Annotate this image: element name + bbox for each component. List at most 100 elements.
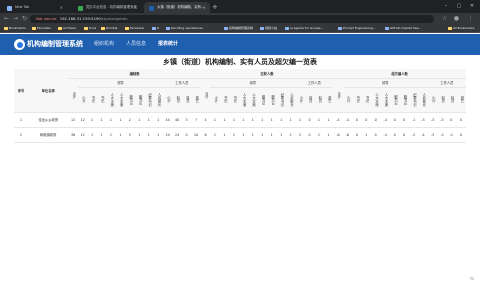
cell-establishment: 1 (106, 112, 116, 128)
bookmark-item[interactable]: 视频小站 (260, 24, 277, 33)
browser-menu-icon[interactable]: ⋮ (466, 13, 475, 24)
header-leader-col: 纪委书记 (408, 87, 419, 113)
close-window-icon[interactable]: ✕ (466, 0, 478, 13)
cell-establishment: 1 (96, 112, 107, 128)
header-staff-col: 科员 (446, 87, 457, 113)
menu-reports[interactable]: 报表统计 (158, 34, 178, 55)
cell-overunder: -1 (446, 127, 457, 143)
cell-overunder: -4 (342, 112, 353, 128)
close-tab-icon[interactable]: ✕ (203, 2, 206, 13)
bookmark-item[interactable]: ai agents for Google... (285, 24, 323, 33)
bookmark-item[interactable]: 机构编制管理系统 (224, 24, 253, 33)
site-favicon-icon (149, 5, 154, 11)
cell-onduty: 1 (266, 127, 277, 143)
bookmark-folder[interactable]: Favorites (32, 24, 51, 33)
table-row: 2 和睦镇政府 36 12 1 1 1 1 5 1 1 1 24 24 0 10… (14, 127, 466, 143)
header-staff-col: 科员 (314, 87, 324, 113)
bookmark-item[interactable]: Z (152, 24, 159, 33)
reload-icon[interactable]: ↻ (20, 13, 29, 24)
minimize-icon[interactable]: – (440, 0, 452, 13)
profile-icon[interactable]: ● (452, 13, 461, 24)
cell-onduty: 1 (257, 112, 267, 128)
cell-onduty: 1 (323, 112, 334, 128)
cell-overunder: 0 (456, 127, 466, 143)
cell-establishment: 12 (77, 127, 88, 143)
browser-tab-new-tab[interactable]: New Tab ✕ (2, 2, 67, 13)
bookmarks-bar: Bookmarks Favorites Archives tools Zombi… (0, 24, 480, 33)
bookmark-item[interactable]: GitHub Copilot Sea... (385, 24, 421, 33)
header-staff-col: 其它 (456, 87, 466, 113)
close-tab-icon[interactable]: ✕ (60, 2, 63, 13)
bookmark-folder[interactable]: Archives (58, 24, 76, 33)
cell-overunder: -4 (418, 127, 428, 143)
cell-establishment: 44 (162, 112, 173, 128)
close-tab-icon[interactable]: ✕ (134, 2, 137, 13)
row-seq: 2 (14, 127, 29, 143)
cell-establishment: 1 (144, 112, 154, 128)
cell-onduty: 1 (210, 112, 220, 128)
header-staff-col: 科员 (437, 87, 447, 113)
header-unit: 单位名称 (28, 69, 69, 113)
star-icon[interactable]: ☆ (440, 13, 449, 24)
cell-establishment: 3 (181, 112, 192, 128)
header-leader-col: 人大主席 (380, 87, 390, 113)
cell-establishment: 12 (68, 112, 78, 128)
back-icon[interactable]: ← (2, 13, 11, 24)
cell-overunder: 0 (399, 127, 409, 143)
cell-establishment: 5 (125, 127, 135, 143)
address-bar[interactable]: Not secure 192.168.31.193:5190/tjs/xiang… (30, 14, 434, 23)
bookmark-item[interactable]: Deciding repositories (166, 24, 203, 33)
bookmark-folder[interactable]: Bookmarks (4, 24, 26, 33)
header-leader-col: 人武部长 (153, 87, 163, 113)
cell-overunder: -3 (418, 112, 428, 128)
cell-onduty: 1 (238, 127, 249, 143)
header-leader-col: 人大主席 (115, 87, 126, 113)
url-path: /tjs/xiangzhen (100, 15, 128, 21)
menu-organization[interactable]: 组织机构 (94, 34, 114, 55)
header-leader-col: 书记 (229, 87, 239, 113)
cell-onduty: 4 (200, 112, 211, 128)
tab-title: 乡镇（街道）机构编制、实有... (157, 5, 205, 9)
row-unit-name: 佳龙乡乡政府 (28, 112, 69, 128)
cell-onduty: 0 (304, 112, 315, 128)
bookmark-folder[interactable]: Zombie (101, 24, 117, 33)
header-staff-col: 科员 (304, 87, 315, 113)
browser-tab-report[interactable]: 乡镇（街道）机构编制、实有... ✕ (144, 2, 210, 13)
cell-onduty: 1 (229, 127, 239, 143)
forward-icon[interactable]: → (11, 13, 20, 24)
translate-icon[interactable]: ⇆ (470, 276, 474, 282)
cell-establishment: 1 (134, 112, 145, 128)
new-tab-button[interactable]: + (212, 2, 218, 12)
header-total: 合计 (200, 78, 211, 113)
menu-personnel[interactable]: 人员信息 (126, 34, 146, 55)
all-bookmarks-button[interactable]: All Bookmarks (448, 24, 474, 33)
header-leader: 领导 (342, 78, 428, 88)
header-leader-col: 人武部长 (285, 87, 296, 113)
header-leader-col: 副书记 (389, 87, 400, 113)
header-leader-col: 人大主席 (106, 87, 116, 113)
cell-establishment: 1 (144, 127, 154, 143)
maximize-icon[interactable]: ▢ (453, 0, 465, 13)
cell-overunder: 0 (446, 112, 457, 128)
bookmark-item[interactable]: Prompt Engineering... (338, 24, 376, 33)
cell-establishment: 24 (172, 127, 182, 143)
header-group-overunder: 超欠编人数 (333, 69, 466, 79)
header-leader: 领导 (210, 78, 296, 88)
bookmark-folder[interactable]: Facebook (125, 24, 144, 33)
tab-title: 党办平台信息 - 机构编制管理系统 (86, 5, 137, 9)
browser-toolbar: ← → ↻ Not secure 192.168.31.193:5190/tjs… (0, 13, 480, 24)
cell-overunder: 0 (352, 127, 362, 143)
cell-establishment: 1 (87, 127, 97, 143)
header-group-establishment: 编制数 (68, 69, 201, 79)
cell-overunder: -3 (437, 112, 447, 128)
header-leader-col: 书记 (219, 87, 230, 113)
header-leader-col: 书记 (352, 87, 362, 113)
bookmark-folder[interactable]: tools (84, 24, 96, 33)
cell-overunder: -1 (408, 112, 419, 128)
header-total: 合计 (333, 78, 343, 113)
cell-establishment: 40 (172, 112, 182, 128)
browser-tab-platform[interactable]: 党办平台信息 - 机构编制管理系统 ✕ (73, 2, 141, 13)
header-leader-col: 人武部长 (418, 87, 428, 113)
cell-establishment: 1 (96, 127, 107, 143)
cell-establishment: 1 (87, 112, 97, 128)
